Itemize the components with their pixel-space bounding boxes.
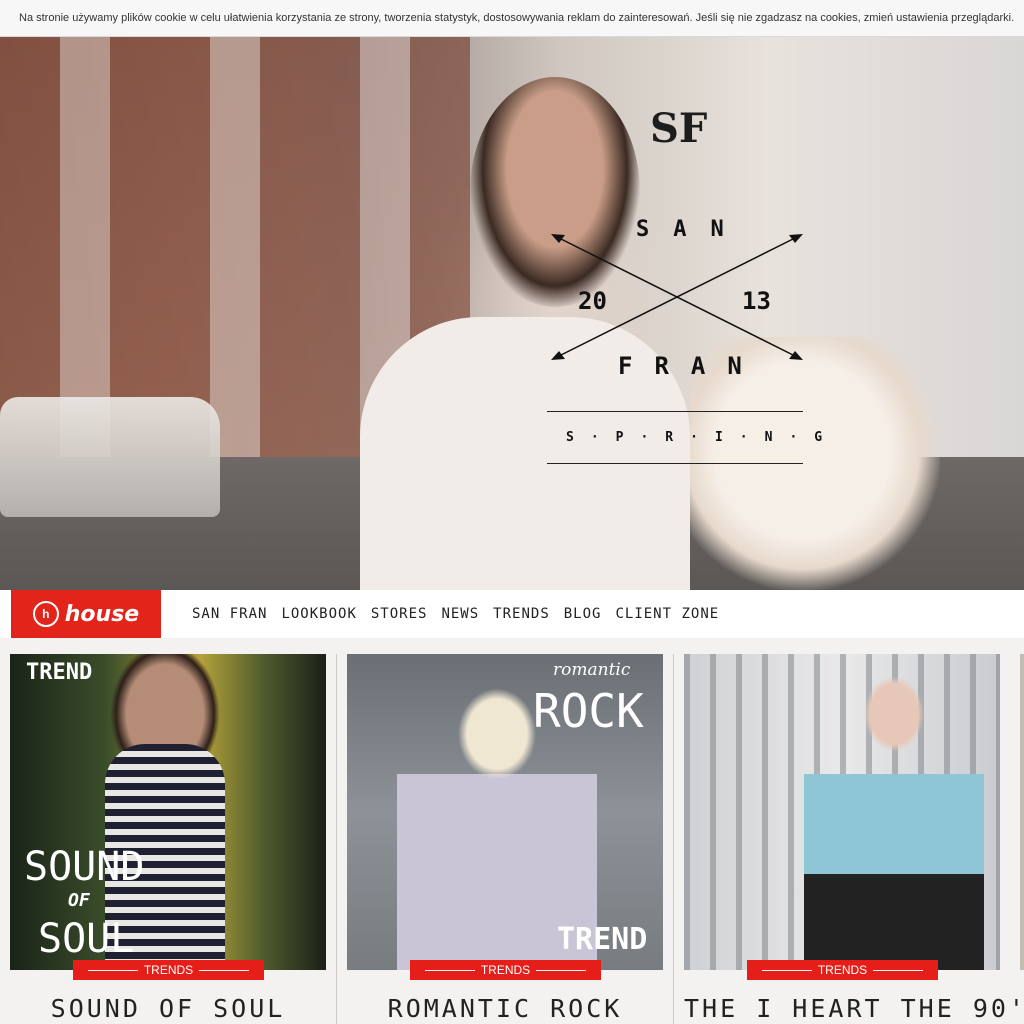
overlay-soul: SOUL	[38, 916, 135, 962]
hero-text-san: SAN	[636, 217, 748, 242]
hero-text-fran: FRAN	[618, 352, 764, 380]
trend-card-image[interactable]: TREND SOUND OF SOUL	[10, 654, 326, 970]
category-badge[interactable]: TRENDS	[410, 960, 601, 980]
main-navigation: h house SAN FRAN LOOKBOOK STORES NEWS TR…	[0, 590, 1024, 638]
hero-year-left: 20	[578, 287, 607, 315]
nav-item-stores[interactable]: STORES	[371, 606, 428, 622]
trend-card-sound-of-soul[interactable]: TREND SOUND OF SOUL TRENDS SOUND OF SOUL	[10, 654, 326, 1024]
cookie-notice-text: Na stronie używamy plików cookie w celu …	[19, 12, 1015, 24]
nav-item-san-fran[interactable]: SAN FRAN	[192, 606, 267, 622]
nav-menu: SAN FRAN LOOKBOOK STORES NEWS TRENDS BLO…	[192, 590, 733, 638]
nav-item-trends[interactable]: TRENDS	[493, 606, 550, 622]
nav-item-news[interactable]: NEWS	[441, 606, 479, 622]
nav-item-blog[interactable]: BLOG	[564, 606, 602, 622]
house-logo-text: house	[64, 601, 140, 627]
category-badge[interactable]: TRENDS	[73, 960, 264, 980]
overlay-romantic: romantic	[553, 660, 631, 680]
hero-divider-top	[547, 411, 803, 412]
next-card-edge	[1020, 654, 1024, 970]
category-badge[interactable]: TRENDS	[747, 960, 938, 980]
card-divider	[336, 654, 337, 1024]
hero-year-right: 13	[742, 287, 771, 315]
overlay-of: OF	[68, 890, 90, 911]
cookie-notice-bar: Na stronie używamy plików cookie w celu …	[0, 0, 1024, 37]
trend-card-image[interactable]: romantic ROCK TREND	[347, 654, 663, 970]
hero-divider-bottom	[547, 463, 803, 464]
card-title[interactable]: THE I HEART THE 90'S	[684, 994, 1024, 1023]
nav-item-client-zone[interactable]: CLIENT ZONE	[615, 606, 719, 622]
card-title[interactable]: ROMANTIC ROCK	[347, 994, 663, 1023]
overlay-trend-label: TREND	[557, 922, 648, 957]
hero-car	[0, 397, 220, 517]
sf-monogram-logo: SF	[650, 105, 708, 152]
house-logo-mark-icon: h	[32, 601, 59, 627]
card-divider	[673, 654, 674, 1024]
overlay-rock: ROCK	[533, 684, 644, 738]
trend-card-romantic-rock[interactable]: romantic ROCK TREND TRENDS ROMANTIC ROCK	[347, 654, 663, 1024]
trend-card-image[interactable]	[684, 654, 1000, 970]
nav-item-lookbook[interactable]: LOOKBOOK	[281, 606, 356, 622]
house-logo[interactable]: h house	[11, 590, 161, 638]
model-denim-vest	[804, 674, 984, 970]
trend-card-i-heart-90s[interactable]: TRENDS THE I HEART THE 90'S	[684, 654, 1024, 1024]
card-title[interactable]: SOUND OF SOUL	[10, 994, 326, 1023]
overlay-trend-label: TREND	[26, 660, 93, 685]
overlay-sound: SOUND	[24, 844, 145, 890]
hero-text-spring: S·P·R·I·N·G	[566, 430, 840, 445]
hero-banner[interactable]: SF SAN 20 13 FRAN S·P·R·I·N·G	[0, 37, 1024, 590]
